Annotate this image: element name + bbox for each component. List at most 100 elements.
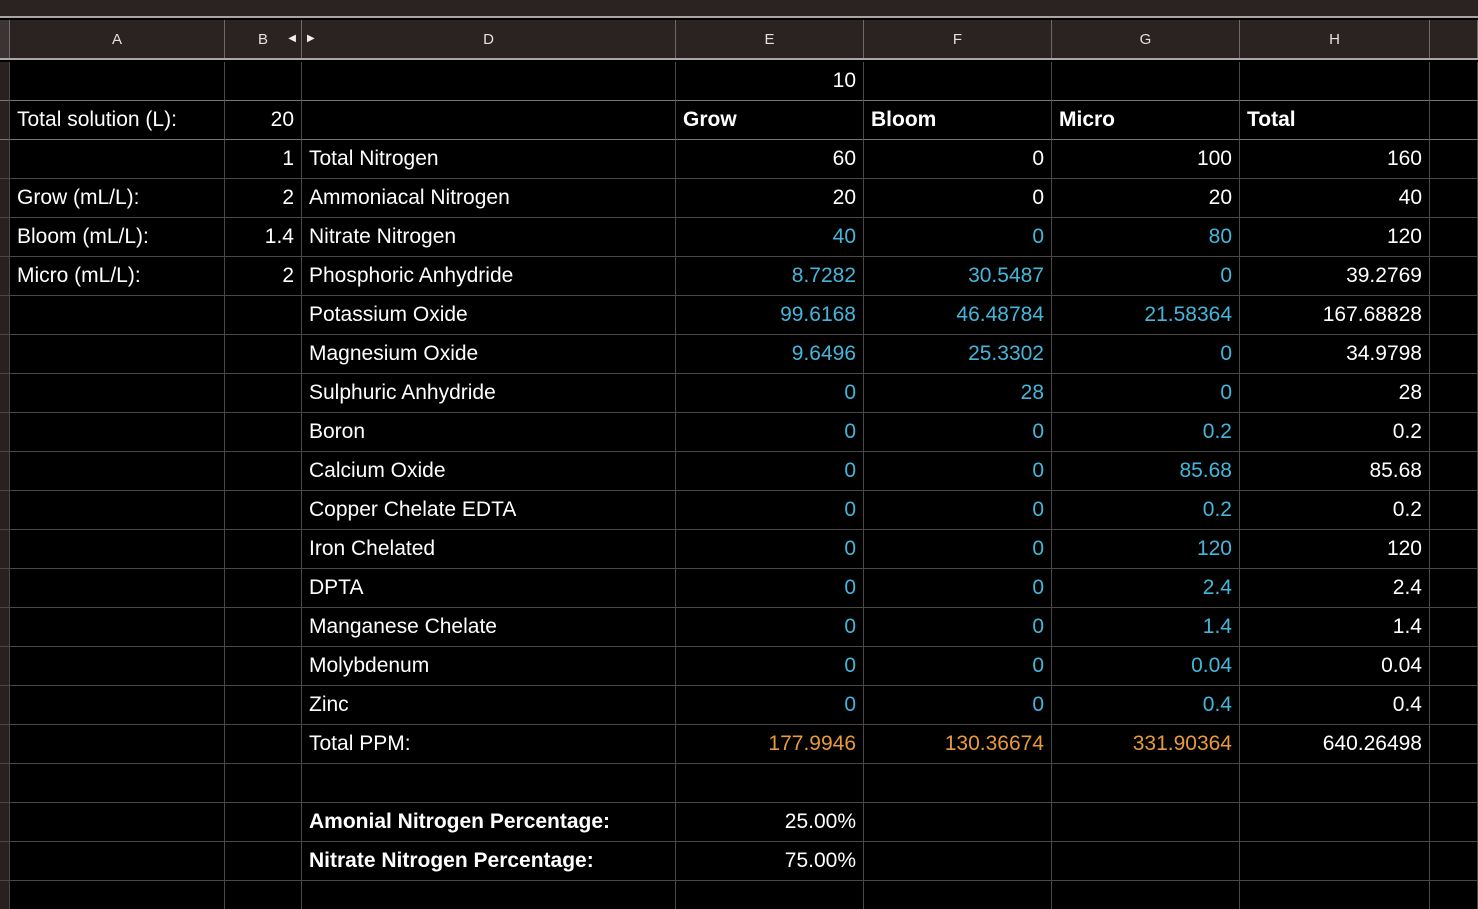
cell-D13[interactable]: Iron Chelated — [302, 530, 676, 569]
cell-A15[interactable] — [10, 608, 225, 647]
cell-H8[interactable]: 34.9798 — [1240, 335, 1430, 374]
cell-I3[interactable] — [1430, 140, 1478, 179]
cell-D2[interactable] — [302, 101, 676, 140]
cell-F5[interactable]: 0 — [864, 218, 1052, 257]
cell-D4[interactable]: Ammoniacal Nitrogen — [302, 179, 676, 218]
cell-F16[interactable]: 0 — [864, 647, 1052, 686]
row-header-sliver[interactable] — [0, 296, 10, 335]
cell-A16[interactable] — [10, 647, 225, 686]
cell-D19[interactable] — [302, 764, 676, 803]
cell-I4[interactable] — [1430, 179, 1478, 218]
cell-B2[interactable]: 20 — [225, 101, 302, 140]
cell-D12[interactable]: Copper Chelate EDTA — [302, 491, 676, 530]
cell-B12[interactable] — [225, 491, 302, 530]
unhide-column-right-arrow-icon[interactable]: ▶ — [307, 34, 315, 44]
cell-G11[interactable]: 85.68 — [1052, 452, 1240, 491]
cell-E18[interactable]: 177.9946 — [676, 725, 864, 764]
cell-E22[interactable] — [676, 881, 864, 909]
cell-B15[interactable] — [225, 608, 302, 647]
cell-G4[interactable]: 20 — [1052, 179, 1240, 218]
cell-E16[interactable]: 0 — [676, 647, 864, 686]
cell-I18[interactable] — [1430, 725, 1478, 764]
cell-G6[interactable]: 0 — [1052, 257, 1240, 296]
cell-G19[interactable] — [1052, 764, 1240, 803]
row-header-sliver[interactable] — [0, 218, 10, 257]
cell-D11[interactable]: Calcium Oxide — [302, 452, 676, 491]
cell-H16[interactable]: 0.04 — [1240, 647, 1430, 686]
row-header-sliver[interactable] — [0, 569, 10, 608]
cell-D17[interactable]: Zinc — [302, 686, 676, 725]
cell-B9[interactable] — [225, 374, 302, 413]
cell-E21[interactable]: 75.00% — [676, 842, 864, 881]
cell-E6[interactable]: 8.7282 — [676, 257, 864, 296]
cell-H3[interactable]: 160 — [1240, 140, 1430, 179]
cell-H19[interactable] — [1240, 764, 1430, 803]
cell-E1[interactable]: 10 — [676, 62, 864, 101]
cell-F8[interactable]: 25.3302 — [864, 335, 1052, 374]
cell-A12[interactable] — [10, 491, 225, 530]
column-header-G[interactable]: G — [1052, 20, 1240, 58]
column-header-E[interactable]: E — [676, 20, 864, 58]
cell-I12[interactable] — [1430, 491, 1478, 530]
row-header-sliver[interactable] — [0, 608, 10, 647]
cell-D6[interactable]: Phosphoric Anhydride — [302, 257, 676, 296]
row-header-sliver[interactable] — [0, 842, 10, 881]
row-header-sliver[interactable] — [0, 803, 10, 842]
cell-H22[interactable] — [1240, 881, 1430, 909]
cell-F21[interactable] — [864, 842, 1052, 881]
cell-D1[interactable] — [302, 62, 676, 101]
cell-H11[interactable]: 85.68 — [1240, 452, 1430, 491]
cell-F22[interactable] — [864, 881, 1052, 909]
cell-B3[interactable]: 1 — [225, 140, 302, 179]
cell-I16[interactable] — [1430, 647, 1478, 686]
cell-D22[interactable] — [302, 881, 676, 909]
cell-B6[interactable]: 2 — [225, 257, 302, 296]
cell-A4[interactable]: Grow (mL/L): — [10, 179, 225, 218]
cell-H10[interactable]: 0.2 — [1240, 413, 1430, 452]
cell-A22[interactable] — [10, 881, 225, 909]
cell-D14[interactable]: DPTA — [302, 569, 676, 608]
cell-G5[interactable]: 80 — [1052, 218, 1240, 257]
cell-G18[interactable]: 331.90364 — [1052, 725, 1240, 764]
row-header-sliver[interactable] — [0, 101, 10, 140]
row-header-sliver[interactable] — [0, 881, 10, 909]
cell-I7[interactable] — [1430, 296, 1478, 335]
cell-F14[interactable]: 0 — [864, 569, 1052, 608]
cell-G1[interactable] — [1052, 62, 1240, 101]
cell-F3[interactable]: 0 — [864, 140, 1052, 179]
cell-E7[interactable]: 99.6168 — [676, 296, 864, 335]
column-header-D[interactable]: D▶ — [302, 20, 676, 58]
cell-D3[interactable]: Total Nitrogen — [302, 140, 676, 179]
cell-G3[interactable]: 100 — [1052, 140, 1240, 179]
cell-H17[interactable]: 0.4 — [1240, 686, 1430, 725]
cell-G9[interactable]: 0 — [1052, 374, 1240, 413]
cell-H6[interactable]: 39.2769 — [1240, 257, 1430, 296]
cell-D21[interactable]: Nitrate Nitrogen Percentage: — [302, 842, 676, 881]
cell-B10[interactable] — [225, 413, 302, 452]
cell-E3[interactable]: 60 — [676, 140, 864, 179]
column-header-H[interactable]: H — [1240, 20, 1430, 58]
cell-H13[interactable]: 120 — [1240, 530, 1430, 569]
column-header-B[interactable]: B◀ — [225, 20, 302, 58]
column-header-A[interactable]: A — [10, 20, 225, 58]
cell-I20[interactable] — [1430, 803, 1478, 842]
cell-A2[interactable]: Total solution (L): — [10, 101, 225, 140]
cell-G2[interactable]: Micro — [1052, 101, 1240, 140]
cell-B18[interactable] — [225, 725, 302, 764]
cell-F10[interactable]: 0 — [864, 413, 1052, 452]
cell-E5[interactable]: 40 — [676, 218, 864, 257]
cell-I14[interactable] — [1430, 569, 1478, 608]
cell-B20[interactable] — [225, 803, 302, 842]
cell-A1[interactable] — [10, 62, 225, 101]
cell-I8[interactable] — [1430, 335, 1478, 374]
cell-A6[interactable]: Micro (mL/L): — [10, 257, 225, 296]
cell-E20[interactable]: 25.00% — [676, 803, 864, 842]
row-header-sliver[interactable] — [0, 491, 10, 530]
cell-B1[interactable] — [225, 62, 302, 101]
column-header-I[interactable] — [1430, 20, 1478, 58]
cell-A13[interactable] — [10, 530, 225, 569]
cell-I1[interactable] — [1430, 62, 1478, 101]
cell-A8[interactable] — [10, 335, 225, 374]
cell-F15[interactable]: 0 — [864, 608, 1052, 647]
cell-D8[interactable]: Magnesium Oxide — [302, 335, 676, 374]
